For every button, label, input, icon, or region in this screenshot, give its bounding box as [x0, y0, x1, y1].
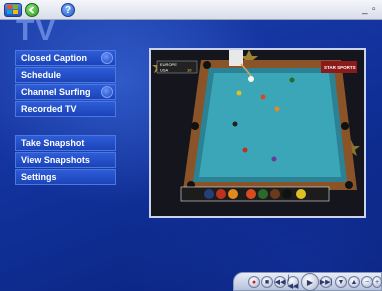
- skip-forward-icon: ▶▶|: [319, 279, 333, 286]
- snapshot-menu: Take Snapshot View Snapshots Settings: [15, 135, 116, 186]
- scoreboard-score: 10: [187, 68, 192, 73]
- menu-item-settings[interactable]: Settings: [15, 169, 116, 185]
- stop-button[interactable]: ■: [261, 276, 273, 288]
- channel-up-icon: ▲: [350, 278, 358, 286]
- menu-item-schedule[interactable]: Schedule: [15, 67, 116, 83]
- main-menu: Closed Caption Schedule Channel Surfing …: [15, 50, 116, 118]
- stop-icon: ■: [264, 278, 270, 286]
- skip-back-button[interactable]: |◀◀: [287, 274, 299, 290]
- menu-item-label: View Snapshots: [21, 155, 90, 165]
- channel-down-icon: ▼: [337, 278, 345, 286]
- record-button[interactable]: ●: [248, 276, 260, 288]
- menu-item-label: Settings: [21, 172, 57, 182]
- channel-logo: STAR SPORTS: [324, 65, 356, 70]
- play-button[interactable]: ▶: [301, 273, 319, 291]
- menu-item-label: Channel Surfing: [21, 87, 91, 97]
- transport-controls: ● ■ ◀◀ |◀◀ ▶ ▶▶| ▼ ▲ − +: [233, 272, 382, 291]
- menu-item-label: Recorded TV: [21, 104, 77, 114]
- media-center-window: ? _ ▫ TV Closed Caption Schedule Channel…: [0, 0, 382, 291]
- channel-down-button[interactable]: ▼: [335, 276, 347, 288]
- play-icon: ▶: [306, 277, 314, 287]
- menu-item-view-snapshots[interactable]: View Snapshots: [15, 152, 116, 168]
- scoreboard-top: EUROPE: [160, 62, 177, 67]
- scoreboard-bottom: USA: [160, 68, 169, 73]
- menu-item-channel-surfing[interactable]: Channel Surfing: [15, 84, 116, 100]
- minimize-button[interactable]: _: [362, 4, 368, 15]
- volume-up-button[interactable]: +: [372, 276, 382, 288]
- channel-up-button[interactable]: ▲: [348, 276, 360, 288]
- menu-item-label: Schedule: [21, 70, 62, 80]
- skip-back-icon: |◀◀: [287, 274, 299, 290]
- menu-item-closed-caption[interactable]: Closed Caption: [15, 50, 116, 66]
- toggle-icon[interactable]: [101, 52, 113, 64]
- menu-item-take-snapshot[interactable]: Take Snapshot: [15, 135, 116, 151]
- top-bar: ? _ ▫: [0, 0, 382, 20]
- page-title: TV: [16, 14, 57, 47]
- record-icon: ●: [251, 278, 257, 286]
- toggle-icon[interactable]: [101, 86, 113, 98]
- rewind-button[interactable]: ◀◀: [274, 276, 286, 288]
- volume-down-icon: −: [364, 278, 370, 286]
- menu-item-label: Take Snapshot: [21, 138, 85, 148]
- menu-item-recorded-tv[interactable]: Recorded TV: [15, 101, 116, 117]
- skip-forward-button[interactable]: ▶▶|: [320, 276, 332, 288]
- help-button[interactable]: ?: [61, 3, 75, 17]
- volume-up-icon: +: [374, 278, 380, 286]
- video-preview[interactable]: EUROPE USA 10 STAR SPORTS: [149, 48, 366, 218]
- rewind-icon: ◀◀: [274, 279, 286, 286]
- restore-button[interactable]: ▫: [372, 4, 376, 15]
- menu-item-label: Closed Caption: [21, 53, 88, 63]
